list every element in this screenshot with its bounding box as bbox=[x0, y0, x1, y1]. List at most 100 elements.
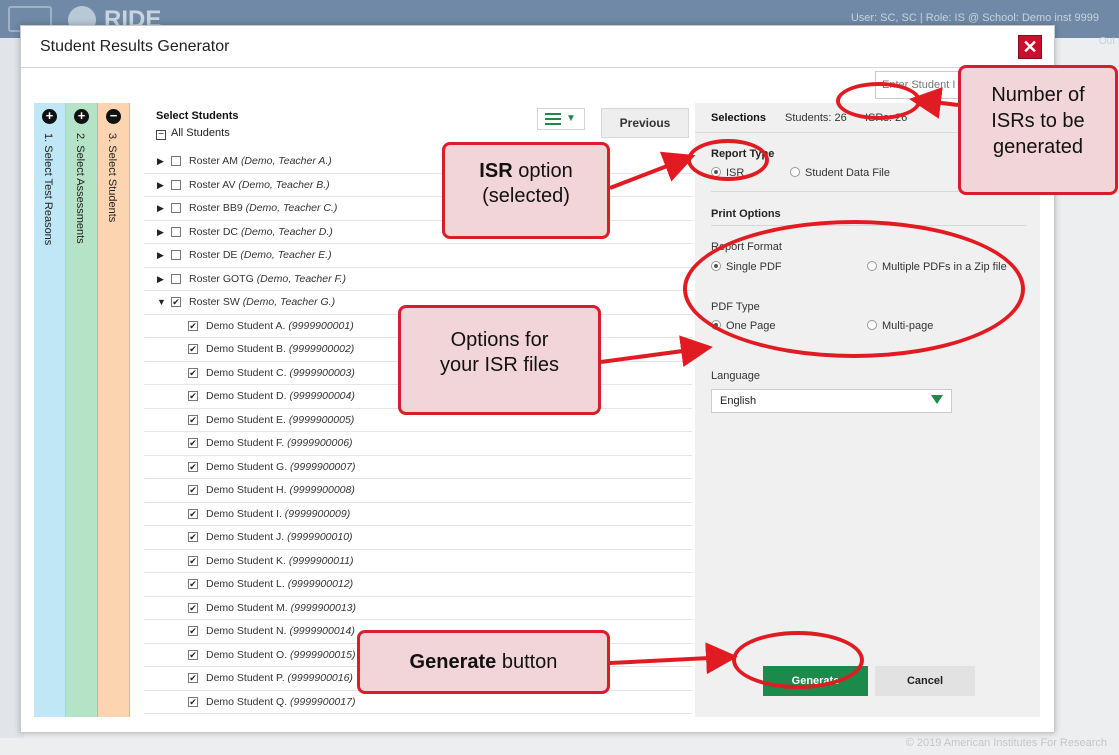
roster-name: Roster BB9 bbox=[189, 202, 243, 214]
student-checkbox[interactable]: ✔ bbox=[188, 696, 198, 707]
expand-icon: + bbox=[42, 109, 57, 124]
student-label: Demo Student K. (9999900011) bbox=[206, 555, 354, 567]
roster-name: Roster SW bbox=[189, 296, 240, 308]
caret-right-icon[interactable]: ▶ bbox=[157, 250, 164, 261]
roster-row[interactable]: ▶ Roster GOTG (Demo, Teacher F.) bbox=[144, 268, 692, 291]
student-label: Demo Student O. (9999900015) bbox=[206, 649, 355, 661]
highlight-isrs-count bbox=[836, 82, 921, 120]
all-students-label: All Students bbox=[171, 127, 230, 139]
student-row[interactable]: ✔ Demo Student G. (9999900007) bbox=[144, 456, 692, 479]
previous-button[interactable]: Previous bbox=[601, 108, 689, 138]
roster-checkbox[interactable] bbox=[171, 226, 181, 237]
caret-right-icon[interactable]: ▶ bbox=[157, 180, 164, 191]
student-label: Demo Student D. (9999900004) bbox=[206, 390, 355, 402]
tab-select-assessments[interactable]: + 2. Select Assessments bbox=[66, 103, 98, 717]
roster-teacher: (Demo, Teacher C.) bbox=[245, 202, 338, 214]
student-label: Demo Student B. (9999900002) bbox=[206, 343, 354, 355]
language-select[interactable]: English bbox=[711, 389, 952, 413]
caret-right-icon[interactable]: ▶ bbox=[157, 156, 164, 167]
callout-text: (selected) bbox=[482, 185, 570, 207]
close-icon[interactable]: ✕ bbox=[1018, 35, 1042, 59]
callout-text: your ISR files bbox=[440, 354, 559, 376]
radio-student-data-file[interactable]: Student Data File bbox=[790, 167, 890, 179]
tab-select-test-reasons[interactable]: + 1. Select Test Reasons bbox=[34, 103, 66, 717]
student-checkbox[interactable]: ✔ bbox=[188, 626, 198, 636]
student-label: Demo Student G. (9999900007) bbox=[206, 461, 355, 473]
roster-checkbox[interactable] bbox=[171, 203, 181, 213]
student-checkbox[interactable]: ✔ bbox=[188, 508, 198, 519]
roster-checkbox[interactable] bbox=[171, 250, 181, 260]
student-row[interactable]: ✔ Demo Student K. (9999900011) bbox=[144, 550, 692, 573]
radio-label: Student Data File bbox=[805, 167, 890, 179]
student-id: (9999900005) bbox=[288, 413, 355, 426]
radio-icon bbox=[790, 167, 800, 177]
cancel-button[interactable]: Cancel bbox=[875, 666, 975, 696]
roster-checkbox[interactable] bbox=[171, 156, 181, 166]
student-row[interactable]: ✔ Demo Student L. (9999900012) bbox=[144, 573, 692, 597]
student-name: Demo Student A. bbox=[206, 319, 286, 332]
collapse-icon: − bbox=[106, 109, 121, 124]
callout-isrs-count: Number of ISRs to be generated bbox=[958, 65, 1118, 195]
roster-name: Roster GOTG bbox=[189, 272, 254, 285]
roster-checkbox[interactable] bbox=[171, 179, 181, 190]
roster-checkbox[interactable]: ✔ bbox=[171, 297, 181, 307]
student-checkbox[interactable]: ✔ bbox=[188, 673, 198, 683]
roster-teacher: (Demo, Teacher A.) bbox=[240, 155, 332, 167]
student-label: Demo Student E. (9999900005) bbox=[206, 414, 354, 426]
student-label: Demo Student M. (9999900013) bbox=[206, 602, 356, 614]
student-row[interactable]: ✔ Demo Student M. (9999900013) bbox=[144, 597, 692, 620]
caret-right-icon[interactable]: ▶ bbox=[157, 227, 164, 238]
caret-down-icon[interactable]: ▼ bbox=[157, 297, 166, 307]
student-checkbox[interactable]: ✔ bbox=[188, 391, 198, 401]
student-row[interactable]: ✔ Demo Student Q. (9999900017) bbox=[144, 691, 692, 714]
student-checkbox[interactable]: ✔ bbox=[188, 414, 198, 425]
student-id: (9999900010) bbox=[287, 531, 353, 543]
roster-label: Roster BB9 (Demo, Teacher C.) bbox=[189, 202, 337, 214]
callout-text: Number of bbox=[991, 84, 1085, 106]
highlight-generate bbox=[732, 631, 864, 689]
student-row[interactable]: ✔ Demo Student H. (9999900008) bbox=[144, 479, 692, 503]
dialog-title: Student Results Generator bbox=[40, 38, 230, 55]
student-checkbox[interactable]: ✔ bbox=[188, 649, 198, 660]
student-id: (9999900012) bbox=[287, 578, 354, 590]
student-checkbox[interactable]: ✔ bbox=[188, 532, 198, 542]
student-name: Demo Student O. bbox=[206, 648, 288, 661]
tab-select-students[interactable]: − 3. Select Students bbox=[98, 103, 130, 717]
student-checkbox[interactable]: ✔ bbox=[188, 485, 198, 495]
roster-label: Roster DC (Demo, Teacher D.) bbox=[189, 226, 333, 238]
student-row[interactable]: ✔ Demo Student F. (9999900006) bbox=[144, 432, 692, 456]
student-row[interactable]: ✔ Demo Student I. (9999900009) bbox=[144, 503, 692, 526]
student-id: (9999900016) bbox=[287, 672, 353, 684]
roster-label: Roster AM (Demo, Teacher A.) bbox=[189, 155, 332, 167]
roster-row[interactable]: ▶ Roster DE (Demo, Teacher E.) bbox=[144, 244, 692, 268]
filter-button[interactable]: ▼ bbox=[537, 108, 585, 130]
student-id: (9999900009) bbox=[284, 507, 351, 520]
student-checkbox[interactable]: ✔ bbox=[188, 438, 198, 448]
chevron-down-icon: ▼ bbox=[566, 113, 576, 124]
user-info: User: SC, SC | Role: IS @ School: Demo i… bbox=[850, 12, 1099, 24]
student-checkbox[interactable]: ✔ bbox=[188, 579, 198, 589]
student-id: (9999900017) bbox=[290, 695, 356, 708]
student-checkbox[interactable]: ✔ bbox=[188, 367, 198, 378]
all-students-toggle[interactable]: − All Students bbox=[156, 127, 230, 140]
student-name: Demo Student B. bbox=[206, 343, 286, 355]
caret-right-icon[interactable]: ▶ bbox=[157, 203, 164, 214]
student-label: Demo Student C. (9999900003) bbox=[206, 367, 355, 379]
roster-label: Roster SW (Demo, Teacher G.) bbox=[189, 296, 335, 308]
student-checkbox[interactable]: ✔ bbox=[188, 602, 198, 613]
roster-checkbox[interactable] bbox=[171, 273, 181, 284]
highlight-print-options bbox=[683, 220, 1025, 358]
student-checkbox[interactable]: ✔ bbox=[188, 461, 198, 472]
student-checkbox[interactable]: ✔ bbox=[188, 555, 198, 566]
student-checkbox[interactable]: ✔ bbox=[188, 320, 198, 331]
roster-name: Roster AV bbox=[189, 178, 236, 191]
callout-text: button bbox=[496, 651, 558, 673]
callout-text: Options for bbox=[450, 329, 549, 351]
caret-right-icon[interactable]: ▶ bbox=[157, 274, 164, 285]
signout-link[interactable]: Out bbox=[1099, 36, 1115, 47]
student-label: Demo Student H. (9999900008) bbox=[206, 484, 355, 496]
student-checkbox[interactable]: ✔ bbox=[188, 344, 198, 354]
callout-generate-button: Generate button bbox=[357, 630, 610, 694]
student-id: (9999900006) bbox=[287, 437, 353, 449]
student-row[interactable]: ✔ Demo Student J. (9999900010) bbox=[144, 526, 692, 550]
